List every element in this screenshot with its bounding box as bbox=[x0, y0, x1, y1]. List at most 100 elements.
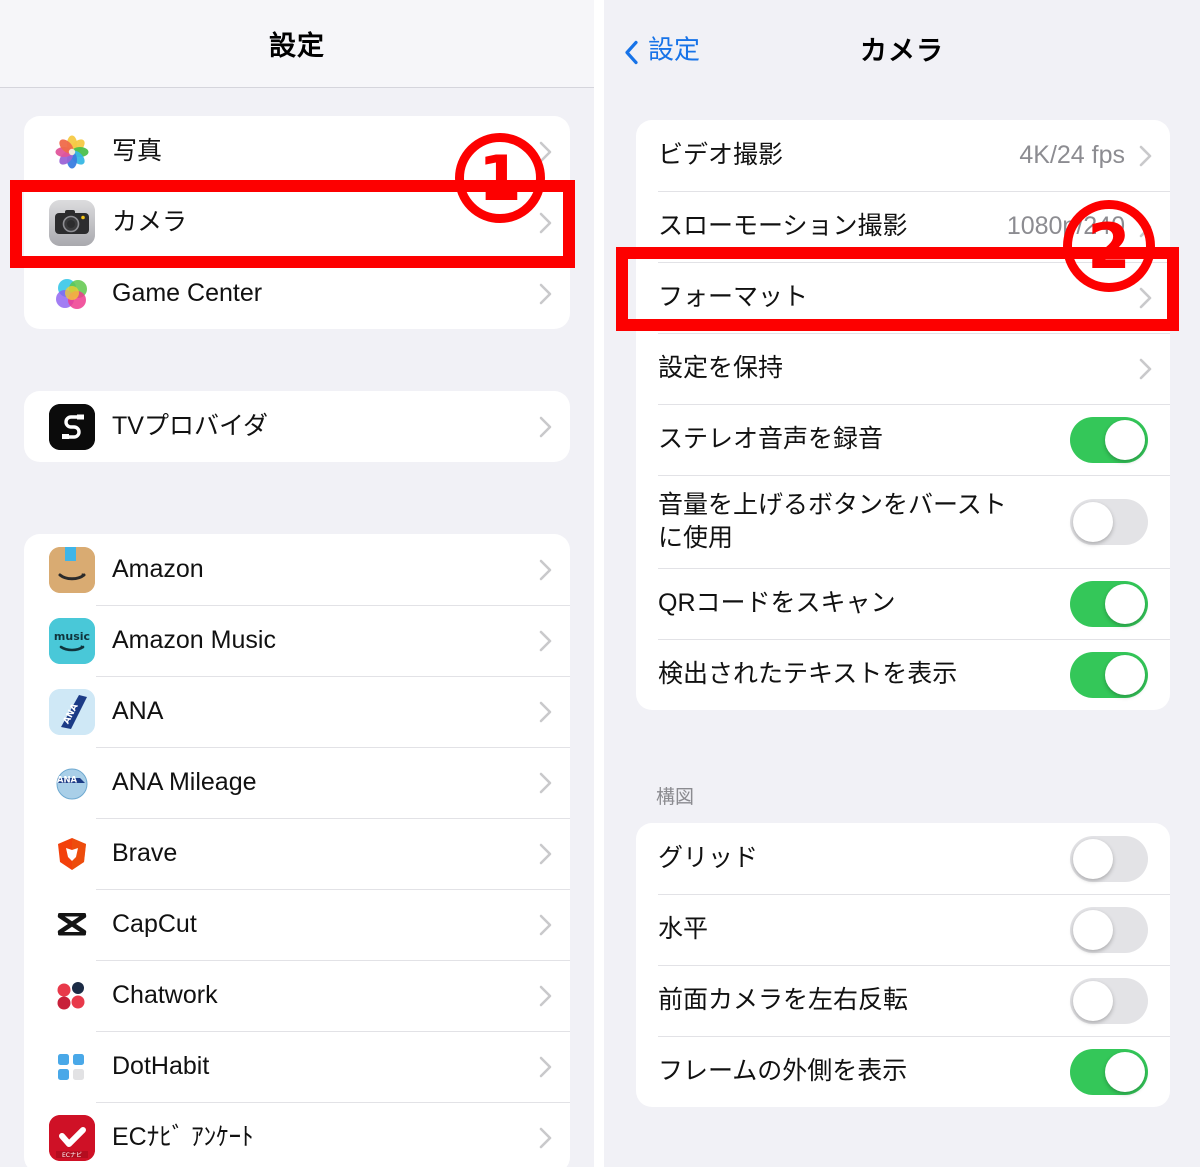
chevron-right-icon bbox=[539, 1056, 552, 1078]
svg-text:ECナビ: ECナビ bbox=[62, 1151, 82, 1159]
toggle-view-outside-frame[interactable] bbox=[1070, 1048, 1148, 1095]
list-item-label: 水平 bbox=[658, 915, 709, 944]
chevron-right-icon bbox=[539, 701, 552, 723]
camera-settings-group-composition: グリッド 水平 前面カメラを左右反転 フレームの外側を表示 bbox=[636, 823, 1170, 1107]
chevron-right-icon bbox=[539, 1127, 552, 1149]
ana-mileage-app-icon: ANA bbox=[49, 759, 95, 806]
list-item-label: Brave bbox=[112, 839, 178, 868]
list-item-label: 音量を上げるボタンをバースト に使用 bbox=[658, 491, 1007, 552]
camera-settings-scroll-body[interactable]: ビデオ撮影 4K/24 fps スローモーション撮影 1080p/240 フォー… bbox=[604, 96, 1200, 1167]
list-item-photos[interactable]: 写真 bbox=[24, 116, 570, 187]
list-item-label: フレームの外側を表示 bbox=[658, 1057, 908, 1086]
list-item-label: 写真 bbox=[112, 137, 163, 166]
section-header-composition: 構図 bbox=[656, 787, 695, 808]
chevron-right-icon bbox=[1139, 358, 1152, 380]
settings-group-apple-apps: 写真 カメラ Game Center bbox=[24, 116, 570, 329]
chevron-right-icon bbox=[539, 914, 552, 936]
list-item-formats[interactable]: フォーマット bbox=[636, 262, 1170, 333]
game-center-app-icon bbox=[49, 270, 95, 317]
capcut-app-icon bbox=[49, 901, 95, 948]
page-title: カメラ bbox=[860, 35, 944, 66]
list-item-label: ステレオ音声を録音 bbox=[658, 425, 884, 454]
list-item-amazon-music[interactable]: music Amazon Music bbox=[24, 605, 570, 676]
list-item-dothabit[interactable]: DotHabit bbox=[24, 1031, 570, 1102]
settings-group-tv-provider: TVプロバイダ bbox=[24, 391, 570, 462]
list-item-label: DotHabit bbox=[112, 1052, 210, 1081]
list-item-label: 前面カメラを左右反転 bbox=[658, 986, 909, 1015]
list-item-level[interactable]: 水平 bbox=[636, 894, 1170, 965]
toggle-scan-qr-codes[interactable] bbox=[1070, 580, 1148, 627]
list-item-ana[interactable]: ANA ANA bbox=[24, 676, 570, 747]
list-item-ana-mileage[interactable]: ANA ANA Mileage bbox=[24, 747, 570, 818]
photos-app-icon bbox=[49, 128, 95, 175]
toggle-mirror-front-camera[interactable] bbox=[1070, 977, 1148, 1024]
chevron-right-icon bbox=[539, 212, 552, 234]
list-item-chatwork[interactable]: Chatwork bbox=[24, 960, 570, 1031]
svg-text:music: music bbox=[54, 630, 90, 643]
camera-app-icon bbox=[49, 199, 95, 246]
list-item-tv-provider[interactable]: TVプロバイダ bbox=[24, 391, 570, 462]
list-item-label: ANA bbox=[112, 697, 164, 726]
screenshot-root: 設定 写真 カメラ Game Center TVプロバイダ Amazon mus… bbox=[0, 0, 1200, 1167]
chevron-right-icon bbox=[539, 772, 552, 794]
amazon-app-icon bbox=[49, 546, 95, 593]
settings-navbar: 設定 bbox=[0, 0, 594, 88]
settings-group-third-party-apps: Amazon music Amazon Music ANA ANA ANA AN… bbox=[24, 534, 570, 1167]
amazon-music-app-icon: music bbox=[49, 617, 95, 664]
chevron-right-icon bbox=[1139, 287, 1152, 309]
list-item-label: Game Center bbox=[112, 279, 263, 308]
list-item-camera[interactable]: カメラ bbox=[24, 187, 570, 258]
ecnavi-app-icon: ECナビ bbox=[49, 1114, 95, 1161]
list-item-value: 1080p/240 bbox=[1006, 212, 1125, 240]
chatwork-app-icon bbox=[49, 972, 95, 1019]
list-item-label: CapCut bbox=[112, 910, 197, 939]
chevron-right-icon bbox=[539, 630, 552, 652]
list-item-label: ANA Mileage bbox=[112, 768, 257, 797]
chevron-right-icon bbox=[539, 141, 552, 163]
settings-screen: 設定 写真 カメラ Game Center TVプロバイダ Amazon mus… bbox=[0, 0, 594, 1167]
list-item-grid[interactable]: グリッド bbox=[636, 823, 1170, 894]
ana-app-icon: ANA bbox=[49, 688, 95, 735]
list-item-label: フォーマット bbox=[658, 283, 809, 312]
dothabit-app-icon bbox=[49, 1043, 95, 1090]
list-item-show-detected-text[interactable]: 検出されたテキストを表示 bbox=[636, 639, 1170, 710]
chevron-right-icon bbox=[1139, 216, 1152, 238]
list-item-label: ビデオ撮影 bbox=[658, 141, 784, 170]
list-item-value: 4K/24 fps bbox=[1019, 141, 1125, 169]
list-item-label: 検出されたテキストを表示 bbox=[658, 660, 958, 689]
page-title: 設定 bbox=[269, 31, 325, 61]
brave-app-icon bbox=[49, 830, 95, 877]
list-item-label: グリッド bbox=[658, 844, 759, 873]
toggle-volume-up-burst[interactable] bbox=[1070, 498, 1148, 545]
chevron-right-icon bbox=[539, 843, 552, 865]
tv-provider-app-icon bbox=[49, 403, 95, 450]
chevron-right-icon bbox=[539, 283, 552, 305]
list-item-label: 設定を保持 bbox=[658, 354, 784, 383]
chevron-right-icon bbox=[1139, 145, 1152, 167]
list-item-record-stereo-sound[interactable]: ステレオ音声を録音 bbox=[636, 404, 1170, 475]
list-item-capcut[interactable]: CapCut bbox=[24, 889, 570, 960]
list-item-game-center[interactable]: Game Center bbox=[24, 258, 570, 329]
list-item-volume-up-burst[interactable]: 音量を上げるボタンをバースト に使用 bbox=[636, 475, 1170, 568]
list-item-label: QRコードをスキャン bbox=[658, 589, 896, 618]
svg-text:ANA: ANA bbox=[57, 775, 78, 785]
chevron-right-icon bbox=[539, 559, 552, 581]
list-item-amazon[interactable]: Amazon bbox=[24, 534, 570, 605]
settings-scroll-body[interactable]: 写真 カメラ Game Center TVプロバイダ Amazon music … bbox=[0, 88, 594, 1167]
list-item-label: Amazon Music bbox=[112, 626, 276, 655]
list-item-preserve-settings[interactable]: 設定を保持 bbox=[636, 333, 1170, 404]
list-item-label: TVプロバイダ bbox=[112, 412, 268, 441]
list-item-ecnavi[interactable]: ECナビ ECﾅﾋﾞ ｱﾝｹｰﾄ bbox=[24, 1102, 570, 1167]
toggle-show-detected-text[interactable] bbox=[1070, 651, 1148, 698]
list-item-mirror-front-camera[interactable]: 前面カメラを左右反転 bbox=[636, 965, 1170, 1036]
list-item-brave[interactable]: Brave bbox=[24, 818, 570, 889]
list-item-record-video[interactable]: ビデオ撮影 4K/24 fps bbox=[636, 120, 1170, 191]
toggle-grid[interactable] bbox=[1070, 835, 1148, 882]
toggle-level[interactable] bbox=[1070, 906, 1148, 953]
camera-settings-screen: 設定 カメラ ビデオ撮影 4K/24 fps スローモーション撮影 1080p/… bbox=[604, 0, 1200, 1167]
list-item-view-outside-frame[interactable]: フレームの外側を表示 bbox=[636, 1036, 1170, 1107]
list-item-scan-qr-codes[interactable]: QRコードをスキャン bbox=[636, 568, 1170, 639]
toggle-record-stereo-sound[interactable] bbox=[1070, 416, 1148, 463]
list-item-label: カメラ bbox=[112, 208, 188, 237]
list-item-record-slomo[interactable]: スローモーション撮影 1080p/240 bbox=[636, 191, 1170, 262]
